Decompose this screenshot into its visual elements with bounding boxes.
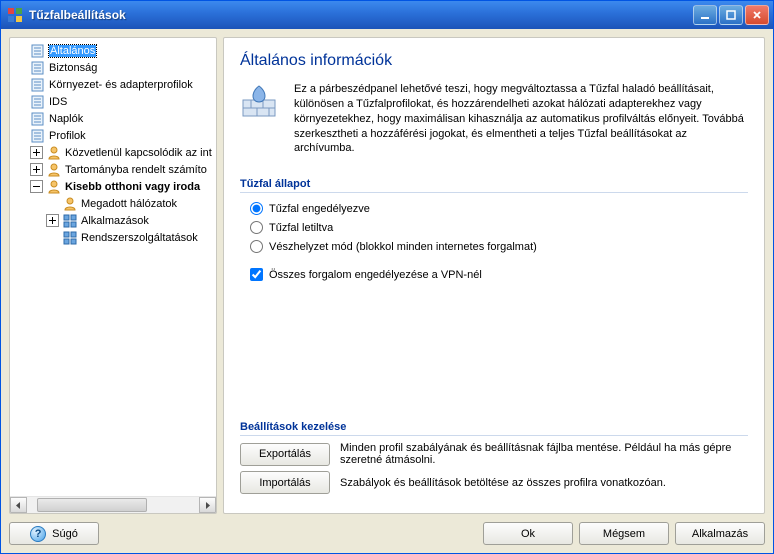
firewall-icon — [240, 82, 280, 156]
tree-item-label: Alkalmazások — [81, 215, 149, 227]
tree-item-label: Naplók — [49, 113, 83, 125]
tree-user-icon — [46, 179, 62, 195]
export-button[interactable]: Exportálás — [240, 443, 330, 466]
dialog-window: Tűzfalbeállítások Általános Biztonság Körn… — [0, 0, 774, 554]
help-button-label: Súgó — [52, 528, 78, 540]
scroll-right-arrow-icon[interactable] — [199, 497, 216, 513]
content-panel: Általános információk Ez a párbeszédpane… — [223, 37, 765, 514]
cancel-button[interactable]: Mégsem — [579, 522, 669, 545]
help-icon: ? — [30, 526, 46, 542]
tree-user-icon — [46, 145, 62, 161]
maximize-button[interactable] — [719, 5, 743, 25]
ok-button[interactable]: Ok — [483, 522, 573, 545]
export-row: Exportálás Minden profil szabályának és … — [240, 442, 748, 466]
tree-item[interactable]: Közvetlenül kapcsolódik az int — [10, 144, 216, 161]
import-description: Szabályok és beállítások betöltése az ös… — [340, 477, 748, 489]
manage-group: Beállítások kezelése Exportálás Minden p… — [240, 415, 748, 499]
tree-item-label: Környezet- és adapterprofilok — [49, 79, 193, 91]
dialog-footer: ? Súgó Ok Mégsem Alkalmazás — [9, 520, 765, 545]
scroll-left-arrow-icon[interactable] — [10, 497, 27, 513]
tree-page-icon — [30, 94, 46, 110]
radio-disabled-input[interactable] — [250, 221, 263, 234]
tree-user-icon — [46, 162, 62, 178]
client-area: Általános Biztonság Környezet- és adapterp… — [1, 29, 773, 553]
tree-item-label: Általános — [49, 45, 96, 57]
tree-item[interactable]: Általános — [10, 42, 216, 59]
tree-user-icon — [62, 196, 78, 212]
tree-item[interactable]: Tartományba rendelt számíto — [10, 161, 216, 178]
tree-apps-icon — [62, 213, 78, 229]
tree-expander-plus-icon[interactable] — [30, 146, 43, 159]
radio-emergency-label: Vészhelyzet mód (blokkol minden internet… — [269, 241, 537, 253]
close-button[interactable] — [745, 5, 769, 25]
tree-item-label: Megadott hálózatok — [81, 198, 177, 210]
tree-item[interactable]: Biztonság — [10, 59, 216, 76]
tree-item-label: Profilok — [49, 130, 86, 142]
tree-page-icon — [30, 60, 46, 76]
intro-text: Ez a párbeszédpanel lehetővé teszi, hogy… — [294, 82, 748, 156]
tree-item[interactable]: Naplók — [10, 110, 216, 127]
tree-item-label: Tartományba rendelt számíto — [65, 164, 207, 176]
status-group-title: Tűzfal állapot — [240, 178, 748, 193]
help-button[interactable]: ? Súgó — [9, 522, 99, 545]
export-description: Minden profil szabályának és beállításna… — [340, 442, 748, 466]
window-controls — [693, 5, 769, 25]
tree-item-label: Kisebb otthoni vagy iroda — [65, 181, 200, 193]
checkbox-vpn-input[interactable] — [250, 268, 263, 281]
tree-item[interactable]: Profilok — [10, 127, 216, 144]
tree-page-icon — [30, 43, 46, 59]
tree-expander-plus-icon[interactable] — [30, 163, 43, 176]
nav-tree[interactable]: Általános Biztonság Környezet- és adapterp… — [10, 38, 216, 496]
tree-expander-minus-icon[interactable] — [30, 180, 43, 193]
export-button-label: Exportálás — [259, 448, 311, 460]
tree-apps-icon — [62, 230, 78, 246]
tree-item[interactable]: Környezet- és adapterprofilok — [10, 76, 216, 93]
ok-button-label: Ok — [521, 528, 535, 540]
tree-item-label: Rendszerszolgáltatások — [81, 232, 198, 244]
window-title: Tűzfalbeállítások — [29, 8, 693, 22]
tree-item-label: Közvetlenül kapcsolódik az int — [65, 147, 212, 159]
tree-item[interactable]: IDS — [10, 93, 216, 110]
radio-disabled-label: Tűzfal letiltva — [269, 222, 333, 234]
tree-item[interactable]: Rendszerszolgáltatások — [10, 229, 216, 246]
titlebar[interactable]: Tűzfalbeállítások — [1, 1, 773, 29]
radio-firewall-enabled[interactable]: Tűzfal engedélyezve — [250, 202, 748, 215]
app-icon — [7, 7, 23, 23]
tree-item[interactable]: Kisebb otthoni vagy iroda — [10, 178, 216, 195]
apply-button[interactable]: Alkalmazás — [675, 522, 765, 545]
tree-item-label: Biztonság — [49, 62, 97, 74]
radio-emergency-mode[interactable]: Vészhelyzet mód (blokkol minden internet… — [250, 240, 748, 253]
tree-page-icon — [30, 111, 46, 127]
tree-horizontal-scrollbar[interactable] — [10, 496, 216, 513]
tree-page-icon — [30, 128, 46, 144]
scroll-track[interactable] — [27, 497, 199, 513]
minimize-button[interactable] — [693, 5, 717, 25]
tree-expander-plus-icon[interactable] — [46, 214, 59, 227]
scroll-thumb[interactable] — [37, 498, 147, 512]
radio-enabled-label: Tűzfal engedélyezve — [269, 203, 370, 215]
panels: Általános Biztonság Környezet- és adapterp… — [9, 37, 765, 514]
radio-enabled-input[interactable] — [250, 202, 263, 215]
page-title: Általános információk — [240, 52, 748, 70]
checkbox-vpn-label: Összes forgalom engedélyezése a VPN-nél — [269, 269, 482, 281]
nav-tree-panel: Általános Biztonság Környezet- és adapterp… — [9, 37, 217, 514]
tree-item-label: IDS — [49, 96, 67, 108]
apply-button-label: Alkalmazás — [692, 528, 748, 540]
tree-page-icon — [30, 77, 46, 93]
import-button-label: Importálás — [259, 477, 310, 489]
checkbox-allow-vpn[interactable]: Összes forgalom engedélyezése a VPN-nél — [250, 268, 748, 281]
tree-item[interactable]: Alkalmazások — [10, 212, 216, 229]
import-button[interactable]: Importálás — [240, 471, 330, 494]
intro-block: Ez a párbeszédpanel lehetővé teszi, hogy… — [240, 82, 748, 156]
tree-item[interactable]: Megadott hálózatok — [10, 195, 216, 212]
radio-firewall-disabled[interactable]: Tűzfal letiltva — [250, 221, 748, 234]
radio-emergency-input[interactable] — [250, 240, 263, 253]
import-row: Importálás Szabályok és beállítások betö… — [240, 471, 748, 494]
manage-group-title: Beállítások kezelése — [240, 421, 748, 436]
cancel-button-label: Mégsem — [603, 528, 645, 540]
